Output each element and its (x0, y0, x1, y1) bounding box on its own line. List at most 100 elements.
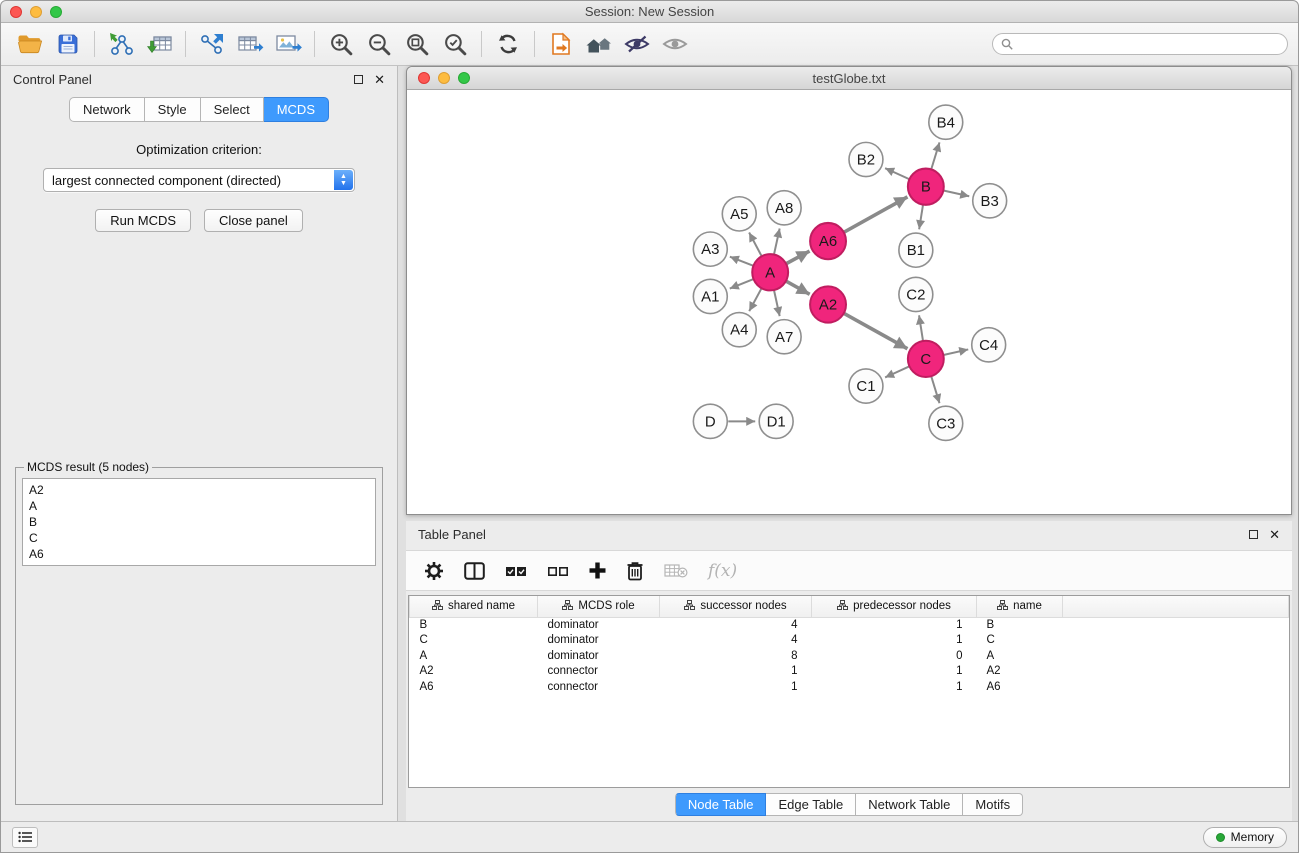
apply-layout-button[interactable] (489, 28, 527, 60)
graph-edge-A-A3[interactable] (730, 257, 754, 266)
table-cell[interactable]: B (977, 617, 1063, 633)
tab-select[interactable]: Select (201, 97, 264, 122)
run-mcds-button[interactable]: Run MCDS (95, 209, 191, 232)
table-row[interactable]: A6connector11A6 (410, 679, 1289, 695)
open-session-button[interactable] (11, 28, 49, 60)
search-input[interactable] (992, 33, 1288, 55)
graph-node-A1[interactable]: A1 (693, 279, 727, 313)
table-cell[interactable]: dominator (538, 617, 660, 633)
graph-edge-B-B2[interactable] (885, 168, 909, 179)
mcds-result-list[interactable]: A2ABCA6 (22, 478, 376, 566)
graph-node-D[interactable]: D (693, 404, 727, 438)
graph-node-B[interactable]: B (908, 169, 944, 205)
mcds-result-item[interactable]: B (29, 514, 369, 530)
zoom-network-window-button[interactable] (458, 72, 470, 84)
table-cell[interactable]: 4 (660, 633, 812, 649)
delete-table-button[interactable] (664, 556, 688, 586)
mcds-result-item[interactable]: A2 (29, 482, 369, 498)
close-panel-icon[interactable]: ✕ (1269, 530, 1280, 540)
table-row[interactable]: Bdominator41B (410, 617, 1289, 633)
import-network-button[interactable] (102, 28, 140, 60)
graph-node-A6[interactable]: A6 (810, 223, 846, 259)
graph-node-A3[interactable]: A3 (693, 232, 727, 266)
graph-edge-B-B3[interactable] (943, 191, 969, 197)
graph-node-C[interactable]: C (908, 341, 944, 377)
column-header-name[interactable]: name (977, 596, 1063, 617)
graph-edge-A-A1[interactable] (730, 279, 754, 289)
tab-network[interactable]: Network (69, 97, 145, 122)
export-network-button[interactable] (193, 28, 231, 60)
memory-button[interactable]: Memory (1203, 827, 1287, 848)
network-canvas[interactable]: B4B2BB3A5A8A6A3B1AC2A1A2A4A7C4CC1C3DD1 (407, 90, 1291, 514)
close-network-window-button[interactable] (418, 72, 430, 84)
export-image-button[interactable] (269, 28, 307, 60)
graphics-details-button[interactable] (618, 28, 656, 60)
mcds-result-item[interactable]: A (29, 498, 369, 514)
graph-node-C1[interactable]: C1 (849, 369, 883, 403)
graph-node-B3[interactable]: B3 (973, 184, 1007, 218)
table-cell[interactable]: A (410, 648, 538, 664)
graph-edge-C-C2[interactable] (919, 315, 923, 341)
save-session-button[interactable] (49, 28, 87, 60)
add-column-button[interactable] (589, 556, 606, 586)
delete-column-button[interactable] (626, 556, 644, 586)
table-cell[interactable]: dominator (538, 633, 660, 649)
graph-edge-A-A7[interactable] (774, 290, 780, 316)
zoom-in-button[interactable] (322, 28, 360, 60)
table-cell[interactable]: 1 (812, 633, 977, 649)
table-row[interactable]: Adominator80A (410, 648, 1289, 664)
graph-node-A2[interactable]: A2 (810, 286, 846, 322)
graph-node-D1[interactable]: D1 (759, 404, 793, 438)
graph-node-A8[interactable]: A8 (767, 191, 801, 225)
tab-node-table[interactable]: Node Table (675, 793, 767, 816)
table-cell[interactable]: C (410, 633, 538, 649)
graph-edge-B-B4[interactable] (931, 142, 939, 169)
graph-edge-C-C4[interactable] (943, 349, 968, 355)
graph-node-B1[interactable]: B1 (899, 233, 933, 267)
minimize-network-window-button[interactable] (438, 72, 450, 84)
select-all-button[interactable] (505, 556, 527, 586)
graph-edge-A-A4[interactable] (749, 288, 761, 311)
minimize-window-button[interactable] (30, 6, 42, 18)
table-cell[interactable]: A (977, 648, 1063, 664)
close-window-button[interactable] (10, 6, 22, 18)
open-file-button[interactable] (542, 28, 580, 60)
mcds-result-item[interactable]: C (29, 530, 369, 546)
table-cell[interactable]: 1 (660, 679, 812, 695)
column-header-predecessor-nodes[interactable]: predecessor nodes (812, 596, 977, 617)
graph-node-C4[interactable]: C4 (972, 328, 1006, 362)
table-cell[interactable]: connector (538, 664, 660, 680)
graph-edge-A-A8[interactable] (774, 228, 780, 254)
deselect-all-button[interactable] (547, 556, 569, 586)
zoom-selected-button[interactable] (436, 28, 474, 60)
criterion-dropdown[interactable]: largest connected component (directed) ▲… (43, 168, 355, 192)
birds-eye-view-button[interactable] (656, 28, 694, 60)
table-cell[interactable]: A6 (977, 679, 1063, 695)
table-cell[interactable]: A2 (977, 664, 1063, 680)
graph-edge-A2-C[interactable] (844, 313, 908, 348)
zoom-fit-button[interactable] (398, 28, 436, 60)
tab-network-table[interactable]: Network Table (856, 793, 963, 816)
export-table-button[interactable] (231, 28, 269, 60)
tab-edge-table[interactable]: Edge Table (766, 793, 856, 816)
table-cell[interactable]: A2 (410, 664, 538, 680)
close-panel-button[interactable]: Close panel (204, 209, 303, 232)
column-header-shared-name[interactable]: shared name (410, 596, 538, 617)
column-header-mcds-role[interactable]: MCDS role (538, 596, 660, 617)
table-cell[interactable]: 1 (812, 664, 977, 680)
graph-node-A5[interactable]: A5 (722, 197, 756, 231)
graph-edge-A-A5[interactable] (749, 233, 762, 257)
tab-style[interactable]: Style (145, 97, 201, 122)
mcds-result-item[interactable]: A6 (29, 546, 369, 562)
table-row[interactable]: Cdominator41C (410, 633, 1289, 649)
task-history-button[interactable] (12, 827, 38, 848)
graph-edge-A6-B[interactable] (844, 197, 908, 232)
table-cell[interactable]: connector (538, 679, 660, 695)
graph-node-C2[interactable]: C2 (899, 277, 933, 311)
zoom-out-button[interactable] (360, 28, 398, 60)
graph-edge-B-B1[interactable] (919, 205, 923, 230)
graph-node-A7[interactable]: A7 (767, 320, 801, 354)
table-cell[interactable]: 4 (660, 617, 812, 633)
graph-edge-A-A2[interactable] (786, 281, 810, 294)
graph-node-B2[interactable]: B2 (849, 142, 883, 176)
